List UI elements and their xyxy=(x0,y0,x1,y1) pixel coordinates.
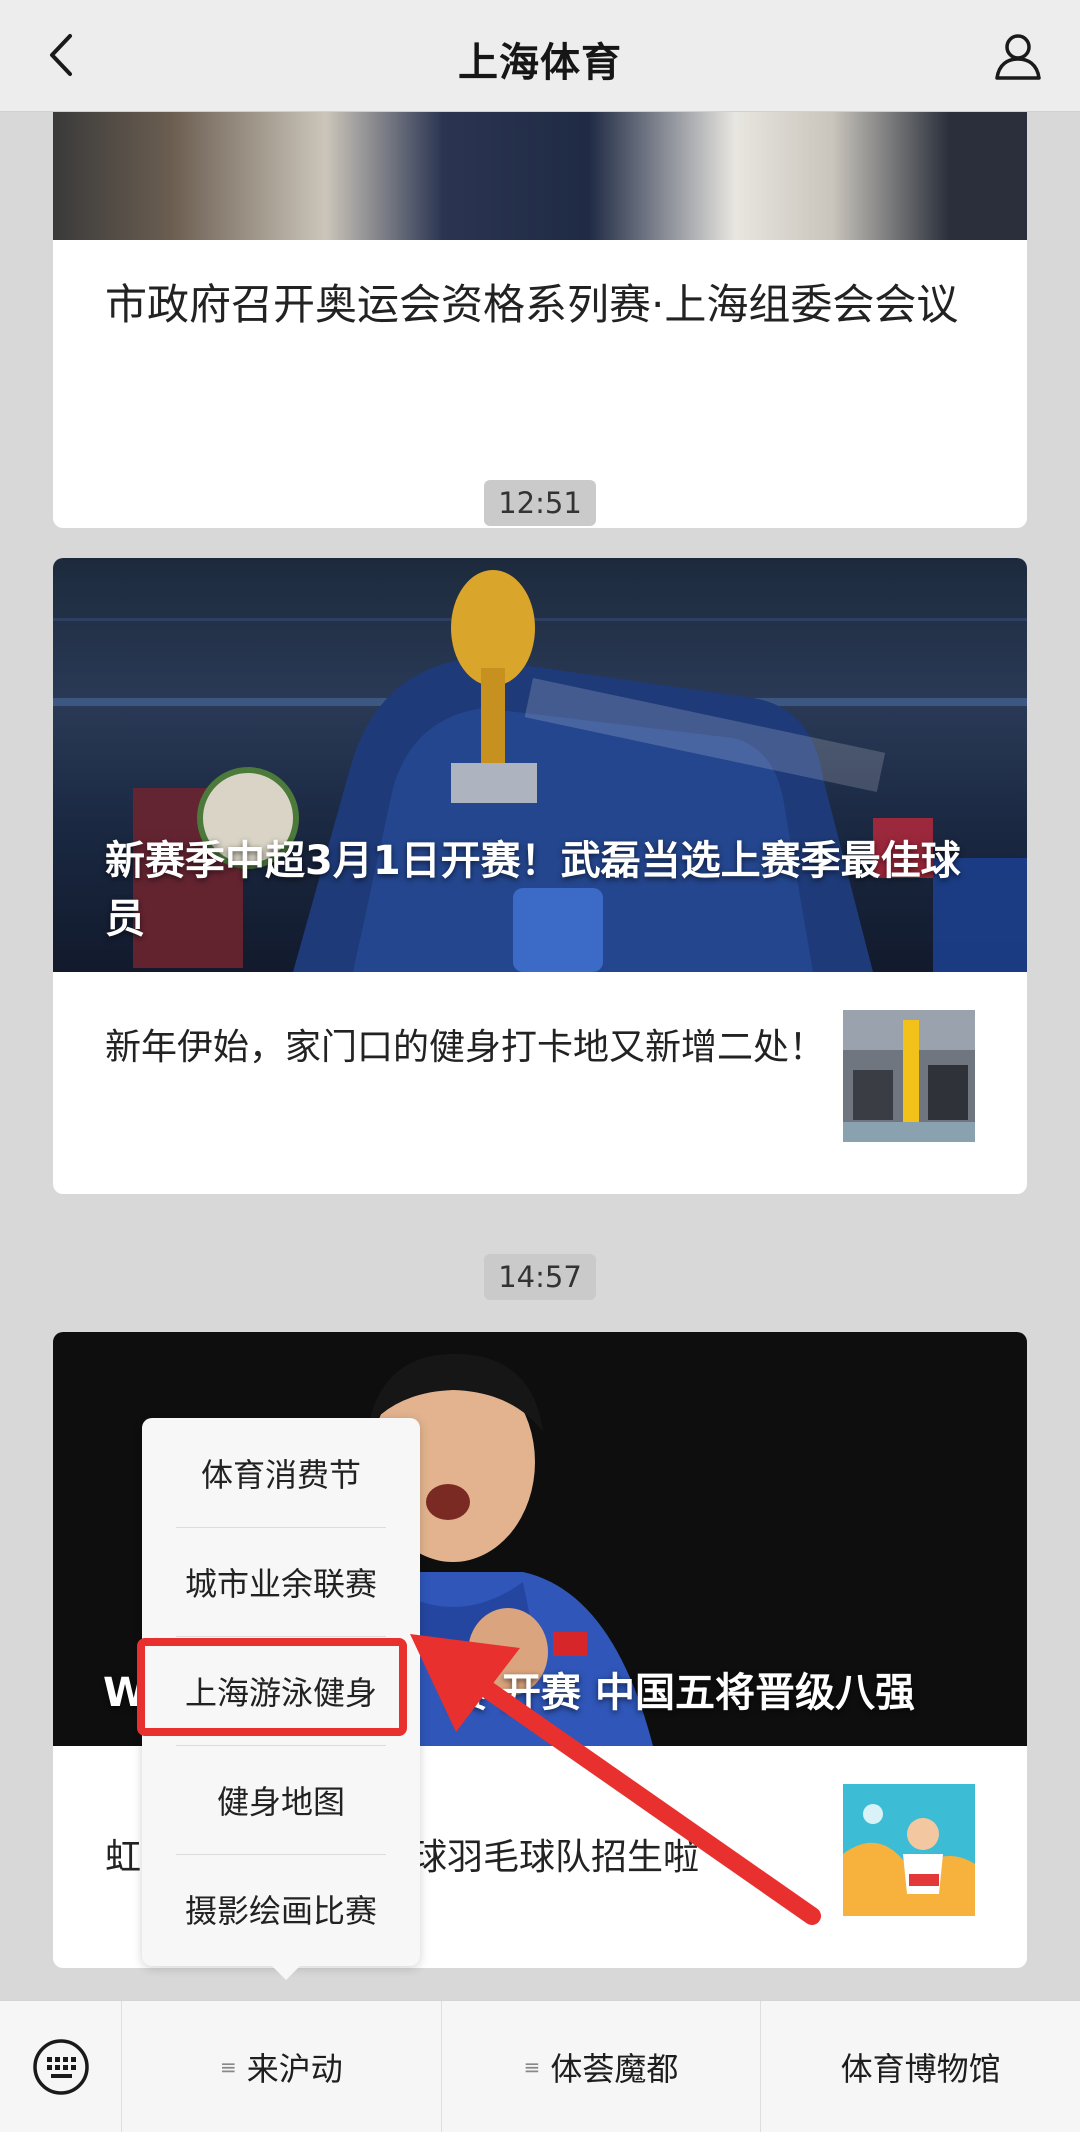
sub-article-title: 新年伊始，家门口的健身打卡地又新增二处！ xyxy=(105,1027,826,1068)
red-arrow-annotation xyxy=(410,1634,821,1925)
top-bar: 上海体育 xyxy=(0,0,1080,112)
tab-label: 体育博物馆 xyxy=(840,2049,1001,2088)
menu-item-fitness-map[interactable]: 健身地图 xyxy=(142,1745,420,1854)
article-card-1[interactable]: 市政府召开奥运会资格系列赛·上海组委会会议 xyxy=(53,112,1027,528)
timestamp-label: 14:57 xyxy=(484,1254,596,1300)
badminton-thumbnail xyxy=(843,1784,975,1916)
message-timestamp: 12:51 xyxy=(0,480,1080,526)
menu-item-consumption-festival[interactable]: 体育消费节 xyxy=(142,1418,420,1527)
sub-title-start: 虹 xyxy=(105,1837,142,1878)
menu-lines-icon: ≡ xyxy=(523,2054,541,2079)
timestamp-label: 12:51 xyxy=(484,480,596,526)
sub-article-row[interactable]: 新年伊始，家门口的健身打卡地又新增二处！ xyxy=(53,972,1027,1194)
profile-button[interactable] xyxy=(990,28,1046,84)
bottom-tab-lai-hu-dong[interactable]: ≡ 来沪动 xyxy=(122,2001,442,2132)
hero-headline: 新赛季中超3月1日开赛！武磊当选上赛季最佳球员 xyxy=(105,838,961,942)
hero-image[interactable]: 新赛季中超3月1日开赛！武磊当选上赛季最佳球员 xyxy=(53,558,1027,972)
tab-label: 体荟魔都 xyxy=(550,2049,679,2088)
menu-item-photo-painting-contest[interactable]: 摄影绘画比赛 xyxy=(142,1854,420,1963)
article-photo xyxy=(53,112,1027,240)
keyboard-toggle-button[interactable] xyxy=(0,2001,122,2132)
tab-label: 来沪动 xyxy=(246,2049,343,2088)
menu-item-city-amateur-league[interactable]: 城市业余联赛 xyxy=(142,1527,420,1636)
keyboard-icon xyxy=(32,2039,89,2095)
menu-lines-icon: ≡ xyxy=(219,2054,237,2079)
page-title: 上海体育 xyxy=(458,40,622,86)
article-card-2[interactable]: 新赛季中超3月1日开赛！武磊当选上赛季最佳球员 新年伊始，家门口的健身打卡地又新… xyxy=(53,558,1027,1194)
gym-thumbnail xyxy=(843,1010,975,1142)
bottom-menu-bar: ≡ 来沪动 ≡ 体荟魔都 体育博物馆 xyxy=(0,2000,1080,2132)
highlight-annotation-box xyxy=(137,1638,407,1736)
person-icon xyxy=(995,34,1041,80)
article-headline: 市政府召开奥运会资格系列赛·上海组委会会议 xyxy=(105,280,959,329)
message-timestamp: 14:57 xyxy=(0,1254,1080,1300)
bottom-tab-sports-museum[interactable]: 体育博物馆 xyxy=(761,2001,1080,2132)
bottom-tab-ti-hui-mo-du[interactable]: ≡ 体荟魔都 xyxy=(442,2001,762,2132)
